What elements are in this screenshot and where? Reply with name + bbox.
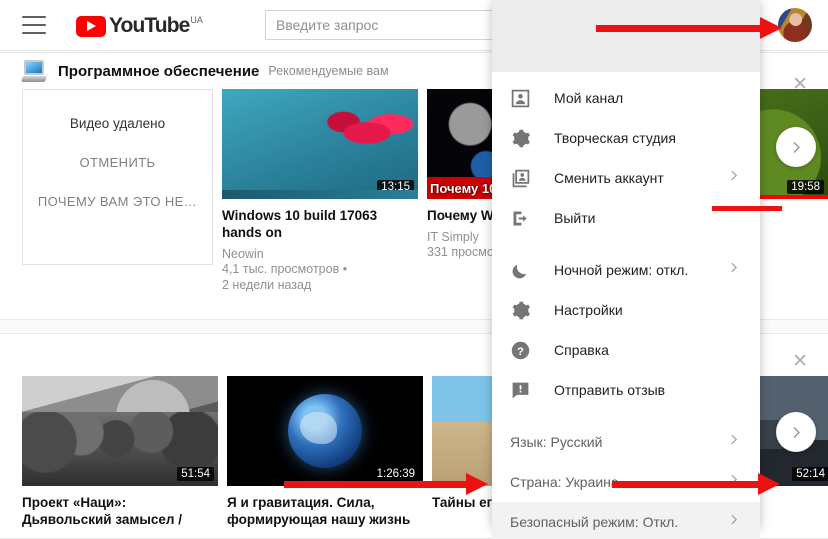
menu-item-label: Справка bbox=[554, 342, 609, 358]
shelf-subtitle: Рекомендуемые вам bbox=[268, 64, 389, 78]
next-arrow-button[interactable] bbox=[776, 412, 816, 452]
menu-item-help[interactable]: ? Справка bbox=[492, 330, 760, 370]
video-thumbnail[interactable]: 13:15 bbox=[222, 89, 418, 199]
menu-item-restricted-mode[interactable]: Безопасный режим: Откл. bbox=[492, 502, 760, 539]
account-box-icon bbox=[508, 86, 532, 110]
chevron-right-icon bbox=[793, 141, 800, 153]
youtube-logo[interactable]: YouTube UA bbox=[76, 14, 203, 37]
menu-item-label: Выйти bbox=[554, 210, 596, 226]
video-channel[interactable]: Neowin bbox=[222, 247, 418, 261]
menu-item-night-mode[interactable]: Ночной режим: откл. bbox=[492, 250, 760, 290]
hamburger-icon[interactable] bbox=[22, 16, 46, 34]
shelf-title: Программное обеспечение bbox=[58, 62, 260, 80]
feedback-icon bbox=[508, 378, 532, 402]
account-dropdown-menu: Мой канал Творческая студия Сменить акка… bbox=[492, 0, 760, 539]
video-card: 1:26:39 Я и гравитация. Сила, формирующа… bbox=[227, 376, 423, 528]
menu-item-label: Страна: Украина bbox=[510, 474, 619, 490]
menu-item-label: Отправить отзыв bbox=[554, 382, 666, 398]
chevron-right-icon bbox=[793, 426, 800, 438]
menu-settings-section: Ночной режим: откл. Настройки ? Справка bbox=[492, 244, 760, 416]
menu-item-send-feedback[interactable]: Отправить отзыв bbox=[492, 370, 760, 410]
undo-button[interactable]: ОТМЕНИТЬ bbox=[80, 155, 156, 170]
svg-text:?: ? bbox=[517, 345, 524, 357]
duration-badge: 13:15 bbox=[377, 180, 414, 194]
computer-icon bbox=[21, 59, 48, 83]
menu-item-label: Сменить аккаунт bbox=[554, 170, 664, 186]
close-icon[interactable]: ✕ bbox=[792, 352, 808, 371]
video-title[interactable]: Windows 10 build 17063 hands on bbox=[222, 207, 418, 241]
menu-item-label: Творческая студия bbox=[554, 130, 676, 146]
duration-badge: 1:26:39 bbox=[372, 467, 419, 481]
menu-item-label: Язык: Русский bbox=[510, 434, 603, 450]
menu-locale-section: Язык: Русский Страна: Украина Безопасный… bbox=[492, 416, 760, 539]
why-button[interactable]: ПОЧЕМУ ВАМ ЭТО НЕ… bbox=[38, 194, 197, 209]
menu-item-switch-account[interactable]: Сменить аккаунт bbox=[492, 158, 760, 198]
video-card: 13:15 Windows 10 build 17063 hands on Ne… bbox=[222, 89, 418, 293]
youtube-page: YouTube UA Введите запрос Программное об… bbox=[0, 0, 828, 539]
video-title[interactable]: Я и гравитация. Сила, формирующая нашу ж… bbox=[227, 494, 423, 528]
menu-item-my-channel[interactable]: Мой канал bbox=[492, 78, 760, 118]
menu-item-language[interactable]: Язык: Русский bbox=[492, 422, 760, 462]
video-views: 4,1 тыс. просмотров • bbox=[222, 262, 348, 276]
menu-item-settings[interactable]: Настройки bbox=[492, 290, 760, 330]
video-card: 51:54 Проект «Наци»: Дьявольский замысел… bbox=[22, 376, 218, 528]
avatar[interactable] bbox=[778, 8, 812, 42]
dismissed-message: Видео удалено bbox=[69, 116, 166, 131]
help-icon: ? bbox=[508, 338, 532, 362]
video-thumbnail[interactable]: 1:26:39 bbox=[227, 376, 423, 486]
chevron-right-icon bbox=[727, 513, 740, 531]
search-placeholder: Введите запрос bbox=[275, 17, 379, 33]
duration-badge: 52:14 bbox=[792, 467, 828, 481]
video-age: 2 недели назад bbox=[222, 278, 312, 292]
chevron-right-icon bbox=[727, 261, 740, 279]
gear-icon bbox=[508, 298, 532, 322]
menu-item-sign-out[interactable]: Выйти bbox=[492, 198, 760, 238]
duration-badge: 19:58 bbox=[787, 180, 824, 194]
menu-item-label: Мой канал bbox=[554, 90, 624, 106]
gear-icon bbox=[508, 126, 532, 150]
duration-badge: 51:54 bbox=[177, 467, 214, 481]
moon-icon bbox=[508, 258, 532, 282]
dismissed-video-card: Видео удалено ОТМЕНИТЬ ПОЧЕМУ ВАМ ЭТО НЕ… bbox=[22, 89, 213, 265]
switch-account-icon bbox=[508, 166, 532, 190]
logo-country-code: UA bbox=[190, 14, 203, 25]
chevron-right-icon bbox=[727, 169, 740, 187]
video-title[interactable]: Проект «Наци»: Дьявольский замысел / bbox=[22, 494, 218, 528]
next-arrow-button[interactable] bbox=[776, 127, 816, 167]
menu-item-label: Безопасный режим: Откл. bbox=[510, 514, 679, 530]
menu-item-label: Настройки bbox=[554, 302, 623, 318]
video-thumbnail[interactable]: 51:54 bbox=[22, 376, 218, 486]
menu-item-label: Ночной режим: откл. bbox=[554, 262, 689, 278]
sign-out-icon bbox=[508, 206, 532, 230]
chevron-right-icon bbox=[727, 433, 740, 451]
menu-account-section: Мой канал Творческая студия Сменить акка… bbox=[492, 72, 760, 244]
logo-text: YouTube bbox=[109, 13, 190, 37]
menu-item-creator-studio[interactable]: Творческая студия bbox=[492, 118, 760, 158]
annotation-underline bbox=[712, 206, 782, 211]
menu-header-spacer bbox=[492, 0, 760, 72]
play-icon bbox=[76, 15, 106, 37]
